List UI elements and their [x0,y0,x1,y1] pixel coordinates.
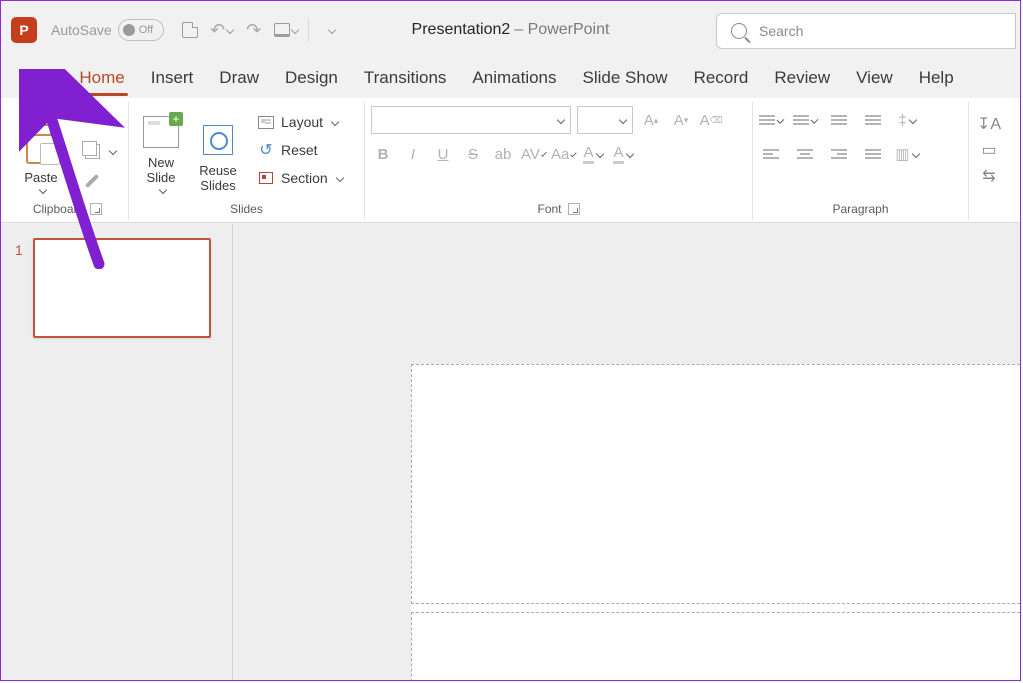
underline-button[interactable]: U [431,142,455,166]
save-icon [182,22,198,38]
section-icon [259,172,273,184]
copy-icon [85,144,100,159]
tab-animations[interactable]: Animations [459,60,569,98]
italic-button[interactable]: I [401,142,425,166]
tab-draw[interactable]: Draw [206,60,272,98]
slide-thumbnail-1[interactable] [33,238,211,338]
search-placeholder: Search [759,23,803,39]
slide-1[interactable]: Click to add Click to add subtitle [411,364,1020,680]
new-slide-button[interactable]: + NewSlide [135,105,187,195]
bold-button[interactable]: B [371,142,395,166]
section-button[interactable]: Section [253,167,347,189]
quick-access-toolbar: ↶ ↷ [178,16,343,44]
align-left-button[interactable] [759,142,783,166]
justify-button[interactable] [861,142,885,166]
change-case-button[interactable]: Aa [551,142,575,166]
decrease-font-button[interactable]: A▾ [669,108,693,132]
subtitle-placeholder[interactable]: Click to add subtitle [411,612,1020,680]
scissors-icon: ✂ [83,110,97,130]
group-clipboard: Paste ✂ Clipboard [7,102,129,220]
document-name: Presentation2 [412,21,511,39]
reuse-slides-icon [203,125,233,155]
group-editing: ↧A ▭ ⇆ [969,102,1009,220]
title-placeholder[interactable]: Click to add [411,364,1020,604]
paste-button[interactable]: Paste [13,105,69,195]
save-button[interactable] [178,16,202,44]
align-center-button[interactable] [793,142,817,166]
clipboard-icon [26,128,56,164]
group-font: A▴ A▾ A⌫ B I U S ab AV Aa A A Font [365,102,753,220]
group-slides: + NewSlide ReuseSlides Layout Reset Sect… [129,102,365,220]
align-text-button[interactable]: ▭ [979,141,999,159]
convert-smartart-button[interactable]: ⇆ [979,167,999,185]
numbering-button[interactable] [793,108,817,132]
decrease-indent-button[interactable] [827,108,851,132]
increase-font-button[interactable]: A▴ [639,108,663,132]
autosave-toggle[interactable]: AutoSave Off [51,19,164,41]
tab-review[interactable]: Review [761,60,843,98]
font-color-button[interactable]: A [611,142,635,166]
tab-help[interactable]: Help [906,60,967,98]
columns-button[interactable]: ▥ [895,142,919,166]
tab-record[interactable]: Record [681,60,762,98]
character-spacing-button[interactable]: AV [521,142,545,166]
title-bar: P AutoSave Off ↶ ↷ Presentation2 – Power… [1,1,1020,58]
font-size-combo[interactable] [577,106,633,134]
clear-formatting-button[interactable]: A⌫ [699,108,723,132]
start-from-beginning-button[interactable] [274,16,298,44]
powerpoint-app-icon: P [11,17,37,43]
qat-customize-button[interactable] [319,16,343,44]
workspace: 1 Click to add Click to add subtitle [1,224,1020,680]
new-slide-icon: + [143,116,179,148]
undo-button[interactable]: ↶ [210,16,234,44]
autosave-label: AutoSave [51,22,112,38]
highlight-button[interactable]: A [581,142,605,166]
ribbon-home: Paste ✂ Clipboard + NewSlide [1,98,1020,223]
thumbnail-row: 1 [15,238,218,338]
tab-insert[interactable]: Insert [138,60,207,98]
slide-canvas[interactable]: Click to add Click to add subtitle [233,224,1020,680]
group-paragraph: ‡ ▥ Paragraph [753,102,969,220]
cut-button[interactable]: ✂ [79,108,120,132]
line-spacing-button[interactable]: ‡ [895,108,919,132]
tab-design[interactable]: Design [272,60,351,98]
search-icon [731,23,747,39]
slide-thumbnails-pane[interactable]: 1 [1,224,233,680]
tab-home[interactable]: Home [66,60,137,98]
bullets-button[interactable] [759,108,783,132]
tab-transitions[interactable]: Transitions [351,60,460,98]
format-painter-button[interactable] [79,170,120,192]
tab-file[interactable]: File [13,60,66,98]
tab-view[interactable]: View [843,60,906,98]
ribbon-tabs: File Home Insert Draw Design Transitions… [1,58,1020,98]
text-shadow-button[interactable]: ab [491,142,515,166]
reset-button[interactable]: Reset [253,139,347,161]
reset-icon [257,141,275,159]
toggle-switch-icon[interactable]: Off [118,19,164,41]
copy-button[interactable] [79,140,120,162]
slideshow-icon [274,23,290,37]
redo-button[interactable]: ↷ [242,16,266,44]
chevron-down-icon [38,186,46,194]
clipboard-dialog-launcher[interactable] [90,203,102,215]
brush-icon [85,174,99,188]
text-direction-button[interactable]: ↧A [979,115,999,133]
strikethrough-button[interactable]: S [461,142,485,166]
powerpoint-window: P AutoSave Off ↶ ↷ Presentation2 – Power… [0,0,1021,681]
align-right-button[interactable] [827,142,851,166]
increase-indent-button[interactable] [861,108,885,132]
search-box[interactable]: Search [716,13,1016,49]
font-dialog-launcher[interactable] [568,203,580,215]
reuse-slides-button[interactable]: ReuseSlides [193,105,243,195]
layout-icon [258,116,274,129]
thumbnail-number: 1 [15,238,23,338]
tab-slide-show[interactable]: Slide Show [570,60,681,98]
font-family-combo[interactable] [371,106,571,134]
layout-button[interactable]: Layout [253,111,347,133]
app-name: PowerPoint [528,21,610,38]
